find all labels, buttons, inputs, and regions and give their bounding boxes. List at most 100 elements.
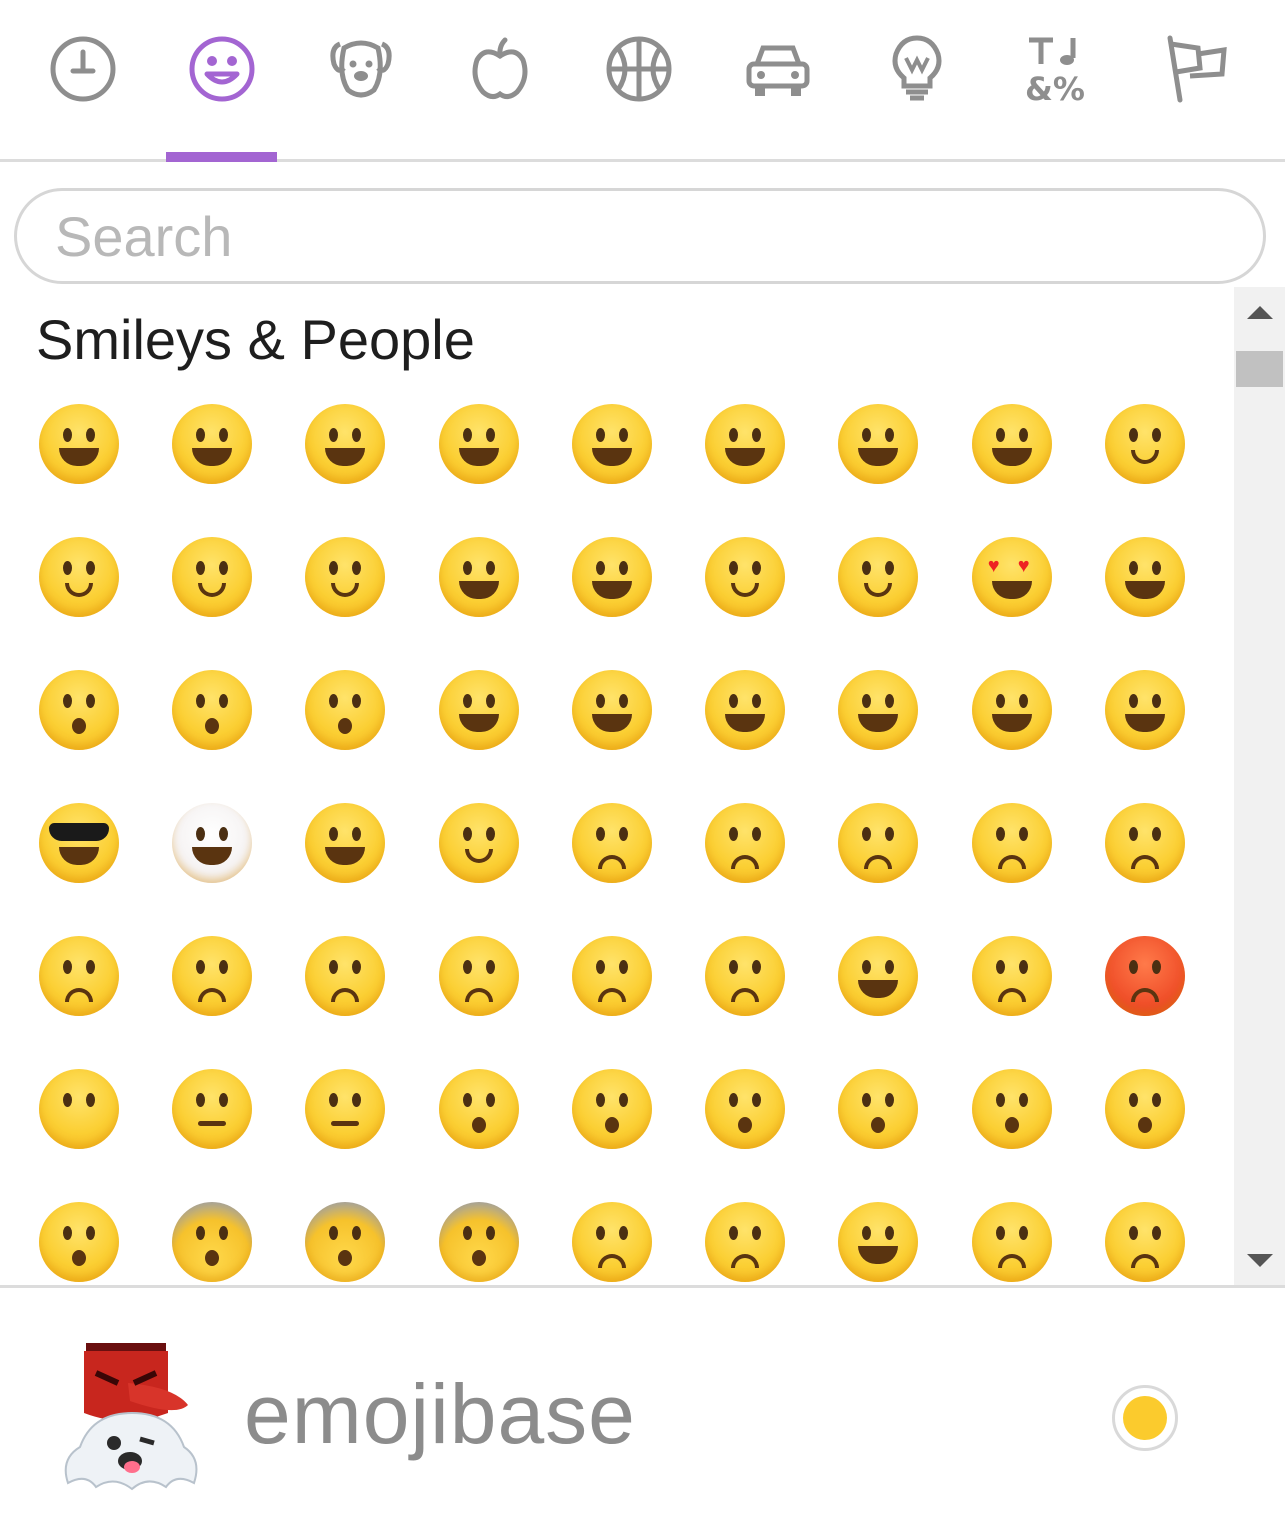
emoji-angry[interactable] — [945, 909, 1078, 1042]
emoji-confounded[interactable] — [412, 909, 545, 1042]
emoji-laughing[interactable] — [545, 377, 678, 510]
stuck-out-wink-icon — [571, 669, 652, 750]
emoji-slightly-frowning[interactable] — [12, 909, 145, 1042]
emoji-relieved[interactable] — [678, 510, 811, 643]
tab-objects[interactable] — [847, 0, 986, 159]
arrow-up-icon — [1246, 305, 1273, 319]
emoji-scream[interactable] — [145, 1175, 278, 1285]
emoji-flushed[interactable] — [12, 1175, 145, 1285]
persevere-icon — [305, 935, 386, 1016]
emoji-disappointed[interactable] — [678, 776, 811, 909]
emoji-worried[interactable] — [945, 776, 1078, 909]
fearful-icon — [305, 1201, 386, 1282]
emoji-wink[interactable] — [545, 510, 678, 643]
emoji-smirk[interactable] — [412, 776, 545, 909]
tab-recent[interactable] — [13, 0, 152, 159]
emoji-row — [12, 909, 1212, 1042]
emoji-relieved-2[interactable] — [812, 510, 945, 643]
emoji-stuck-out-wink[interactable] — [545, 643, 678, 776]
goblin-ghost-icon — [64, 1343, 198, 1491]
emoji-blush[interactable] — [12, 510, 145, 643]
emoji-weary[interactable] — [678, 909, 811, 1042]
emoji-drool[interactable] — [812, 1175, 945, 1285]
emoji-clown[interactable] — [145, 776, 278, 909]
scroll-up-button[interactable] — [1234, 287, 1285, 337]
joy-icon — [838, 403, 919, 484]
emoji-fearful[interactable] — [279, 1175, 412, 1285]
emoji-persevere[interactable] — [279, 909, 412, 1042]
emoji-grinning[interactable] — [12, 377, 145, 510]
open-mouth-icon — [838, 1068, 919, 1149]
emoji-upside-down[interactable] — [412, 510, 545, 643]
tab-food[interactable] — [430, 0, 569, 159]
emoji-triumph[interactable] — [812, 909, 945, 1042]
emoji-sweat[interactable] — [1078, 1175, 1211, 1285]
scream-icon — [171, 1201, 252, 1282]
emoji-dizzy[interactable] — [1078, 1042, 1211, 1175]
emoji-unamused[interactable] — [545, 776, 678, 909]
emoji-no-mouth[interactable] — [12, 1042, 145, 1175]
emoji-rofl[interactable] — [945, 377, 1078, 510]
tab-animals[interactable] — [291, 0, 430, 159]
emoji-open-mouth[interactable] — [812, 1042, 945, 1175]
emoji-kissing[interactable] — [12, 643, 145, 776]
emoji-cold-sweat[interactable] — [412, 1175, 545, 1285]
scrollbar-thumb[interactable] — [1236, 351, 1283, 387]
tab-smileys[interactable] — [152, 0, 291, 162]
emoji-tired[interactable] — [545, 909, 678, 1042]
emoji-heart-eyes[interactable]: ♥ ♥ — [945, 510, 1078, 643]
scroll-down-button[interactable] — [1234, 1235, 1285, 1285]
emoji-anguished[interactable] — [678, 1042, 811, 1175]
emoji-frowning-open[interactable] — [545, 1042, 678, 1175]
emoji-joy[interactable] — [812, 377, 945, 510]
emoji-cowboy[interactable] — [279, 776, 412, 909]
arrow-down-icon — [1246, 1253, 1273, 1267]
emoji-pensive[interactable] — [812, 776, 945, 909]
tab-flags[interactable] — [1125, 0, 1264, 159]
disappointed-relieved-icon — [705, 1201, 786, 1282]
emoji-slightly-smiling[interactable] — [279, 510, 412, 643]
category-title: Smileys & People — [36, 308, 475, 371]
emoji-sunglasses[interactable] — [12, 776, 145, 909]
emoji-row — [12, 1042, 1212, 1175]
confounded-icon — [438, 935, 519, 1016]
emoji-disappointed-relieved[interactable] — [678, 1175, 811, 1285]
emoji-confused[interactable] — [1078, 776, 1211, 909]
hushed-icon — [438, 1068, 519, 1149]
tab-activity[interactable] — [569, 0, 708, 159]
emoji-rage[interactable] — [1078, 909, 1211, 1042]
scrollbar[interactable] — [1234, 287, 1285, 1285]
disappointed-icon — [705, 802, 786, 883]
emoji-money-mouth[interactable] — [945, 643, 1078, 776]
skin-tone-swatch — [1123, 1396, 1167, 1440]
emoji-kissing-heart[interactable] — [1078, 510, 1211, 643]
kissing-smiling-icon — [171, 669, 252, 750]
skin-tone-selector[interactable] — [1112, 1385, 1178, 1451]
clown-icon — [171, 802, 252, 883]
emoji-smile[interactable] — [279, 377, 412, 510]
emoji-innocent[interactable] — [145, 510, 278, 643]
emoji-stuck-out-closed[interactable] — [678, 643, 811, 776]
emoji-stuck-out[interactable] — [812, 643, 945, 776]
neutral-icon — [171, 1068, 252, 1149]
emoji-list: Smileys & People ♥ ♥ — [0, 287, 1234, 1285]
tab-travel[interactable] — [708, 0, 847, 159]
emoji-yum[interactable] — [412, 643, 545, 776]
search-input[interactable] — [14, 188, 1266, 284]
emoji-astonished[interactable] — [945, 1042, 1078, 1175]
emoji-kissing-closed[interactable] — [279, 643, 412, 776]
emoji-hugging[interactable] — [1078, 643, 1211, 776]
emoji-neutral[interactable] — [145, 1042, 278, 1175]
emoji-smiley[interactable] — [145, 377, 278, 510]
emoji-cry[interactable] — [545, 1175, 678, 1285]
category-tabs: &% — [0, 0, 1285, 162]
emoji-relaxed[interactable] — [1078, 377, 1211, 510]
emoji-sob[interactable] — [945, 1175, 1078, 1285]
emoji-hushed[interactable] — [412, 1042, 545, 1175]
tab-symbols[interactable]: &% — [986, 0, 1125, 159]
emoji-frowning[interactable] — [145, 909, 278, 1042]
emoji-grin[interactable] — [412, 377, 545, 510]
emoji-sweat-smile[interactable] — [678, 377, 811, 510]
emoji-kissing-smiling[interactable] — [145, 643, 278, 776]
emoji-expressionless[interactable] — [279, 1042, 412, 1175]
